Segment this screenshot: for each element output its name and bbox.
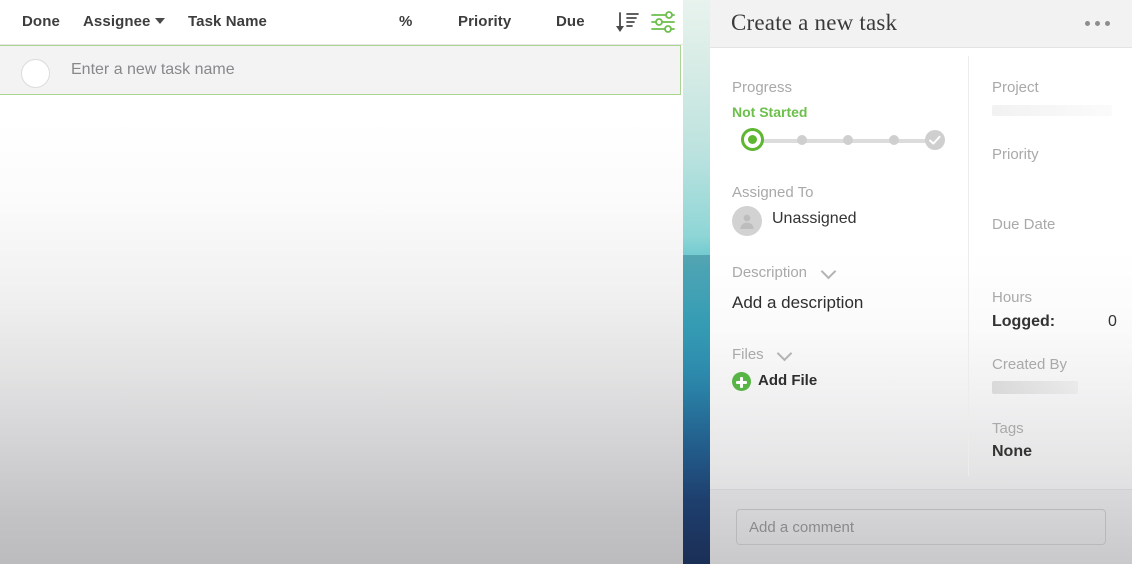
progress-step-5-complete[interactable] xyxy=(925,130,945,150)
caret-down-icon xyxy=(155,18,165,24)
task-detail-panel: Create a new task Progress Not Started xyxy=(710,0,1132,564)
hours-logged-value[interactable]: 0 xyxy=(1108,313,1117,331)
progress-status: Not Started xyxy=(732,104,807,120)
progress-stepper[interactable] xyxy=(733,125,948,157)
comment-footer xyxy=(710,489,1132,564)
comment-input[interactable] xyxy=(736,509,1106,545)
panel-body: Progress Not Started Assigned To xyxy=(710,48,1132,491)
app-root: Done Assignee Task Name % Priority Due xyxy=(0,0,1132,564)
progress-label: Progress xyxy=(732,79,792,96)
plus-circle-icon[interactable] xyxy=(732,372,751,391)
panel-header: Create a new task xyxy=(710,0,1132,48)
hours-label: Hours xyxy=(992,289,1032,306)
created-by-value-placeholder xyxy=(992,381,1078,394)
assigned-to-label: Assigned To xyxy=(732,184,813,201)
filter-sliders-icon[interactable] xyxy=(649,8,677,36)
progress-step-1[interactable] xyxy=(741,128,764,151)
column-header-due[interactable]: Due xyxy=(556,13,585,30)
progress-step-4[interactable] xyxy=(889,135,899,145)
column-header-percent[interactable]: % xyxy=(399,13,412,30)
panel-column-divider xyxy=(968,56,969,476)
tags-value[interactable]: None xyxy=(992,443,1032,461)
tags-label: Tags xyxy=(992,420,1024,437)
description-label: Description xyxy=(732,264,807,281)
hours-logged-label: Logged: xyxy=(992,313,1055,331)
chevron-down-icon-files[interactable] xyxy=(779,348,792,356)
new-task-row[interactable]: Enter a new task name xyxy=(0,45,681,95)
column-header-assignee[interactable]: Assignee xyxy=(83,13,165,30)
column-header-assignee-label: Assignee xyxy=(83,13,151,30)
new-task-done-checkbox[interactable] xyxy=(21,59,50,88)
more-options-icon[interactable] xyxy=(1082,17,1116,31)
progress-step-3[interactable] xyxy=(843,135,853,145)
sort-descending-icon[interactable] xyxy=(613,8,641,36)
files-label: Files xyxy=(732,346,764,363)
priority-label: Priority xyxy=(992,146,1039,163)
created-by-label: Created By xyxy=(992,356,1067,373)
progress-step-2[interactable] xyxy=(797,135,807,145)
chevron-down-icon-description[interactable] xyxy=(823,266,836,274)
new-task-name-input[interactable]: Enter a new task name xyxy=(71,61,235,79)
due-date-label: Due Date xyxy=(992,216,1055,233)
description-value[interactable]: Add a description xyxy=(732,293,863,313)
task-list-pane: Done Assignee Task Name % Priority Due xyxy=(0,0,683,564)
task-list-header: Done Assignee Task Name % Priority Due xyxy=(0,0,683,45)
panel-title: Create a new task xyxy=(731,10,897,36)
add-file-button[interactable]: Add File xyxy=(758,372,817,389)
column-header-task-name[interactable]: Task Name xyxy=(188,13,267,30)
column-header-priority[interactable]: Priority xyxy=(458,13,511,30)
person-avatar-icon[interactable] xyxy=(732,206,762,236)
project-label: Project xyxy=(992,79,1039,96)
column-header-done[interactable]: Done xyxy=(22,13,60,30)
assigned-to-value[interactable]: Unassigned xyxy=(772,210,857,228)
project-value-placeholder[interactable] xyxy=(992,105,1112,116)
